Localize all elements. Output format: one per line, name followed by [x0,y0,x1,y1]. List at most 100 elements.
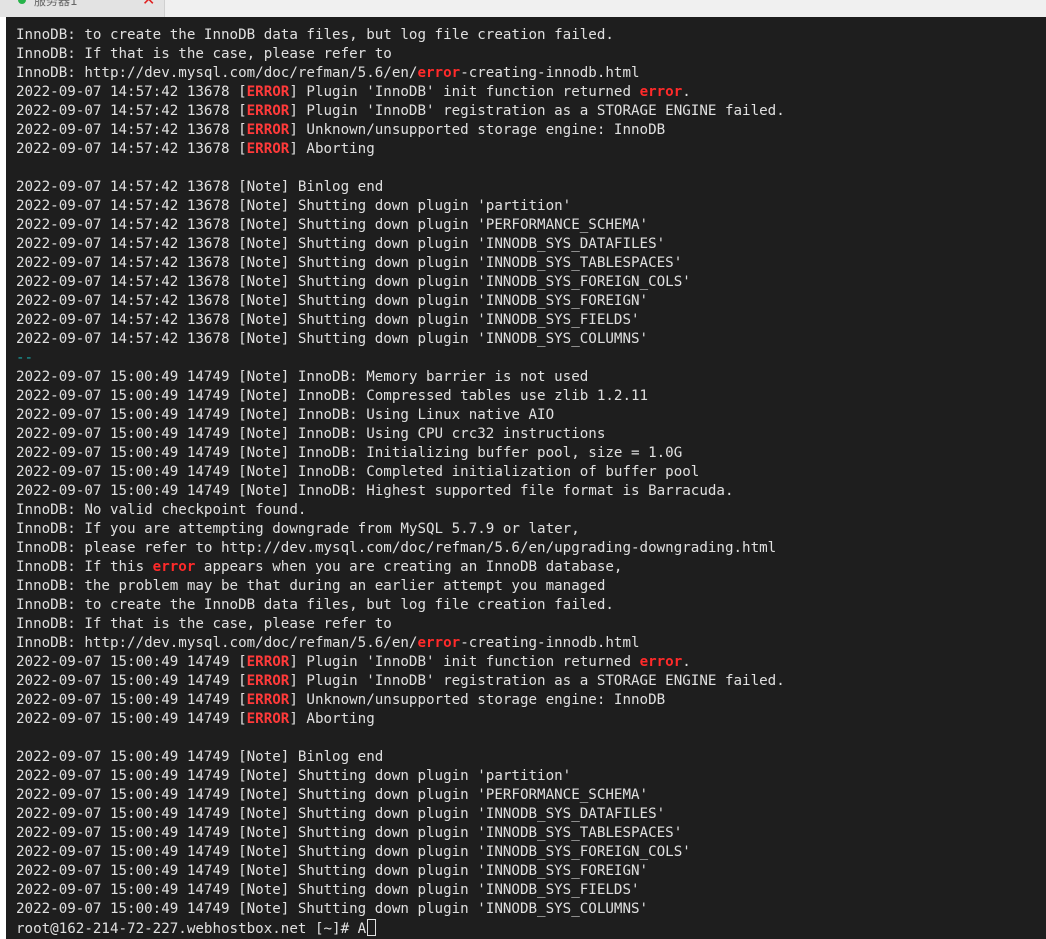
line-text: InnoDB: to create the InnoDB data files,… [16,27,614,43]
terminal-line: 2022-09-07 15:00:49 14749 [Note] Binlog … [16,748,1046,767]
terminal-line: 2022-09-07 14:57:42 13678 [Note] Shuttin… [16,311,1046,330]
line-text: ] Plugin 'InnoDB' registration as a STOR… [289,673,785,689]
line-text: ] Plugin 'InnoDB' init function returned [289,654,640,670]
line-text: 2022-09-07 15:00:49 14749 [ [16,692,247,708]
terminal-lines: InnoDB: to create the InnoDB data files,… [16,26,1046,938]
line-text: ] Plugin 'InnoDB' init function returned [289,84,640,100]
terminal-line: InnoDB: to create the InnoDB data files,… [16,596,1046,615]
terminal-line: InnoDB: please refer to http://dev.mysql… [16,539,1046,558]
terminal-line: 2022-09-07 15:00:49 14749 [Note] InnoDB:… [16,368,1046,387]
terminal-line: 2022-09-07 15:00:49 14749 [Note] InnoDB:… [16,387,1046,406]
session-tab[interactable]: 服务器1 ✕ [0,0,165,17]
line-text: 2022-09-07 15:00:49 14749 [ [16,673,247,689]
line-text: 2022-09-07 15:00:49 14749 [Note] Binlog … [16,749,384,765]
line-text: ] Unknown/unsupported storage engine: In… [289,122,666,138]
terminal-line: InnoDB: http://dev.mysql.com/doc/refman/… [16,634,1046,653]
line-text: InnoDB: No valid checkpoint found. [16,502,307,518]
line-text: 2022-09-07 15:00:49 14749 [Note] InnoDB:… [16,369,589,385]
line-text: 2022-09-07 14:57:42 13678 [Note] Binlog … [16,179,384,195]
terminal-line: InnoDB: If that is the case, please refe… [16,45,1046,64]
line-text: ] Unknown/unsupported storage engine: In… [289,692,666,708]
terminal-line: 2022-09-07 15:00:49 14749 [Note] InnoDB:… [16,406,1046,425]
line-text: 2022-09-07 15:00:49 14749 [Note] InnoDB:… [16,464,700,480]
line-text: InnoDB: to create the InnoDB data files,… [16,597,614,613]
text-cursor [367,919,377,936]
terminal-line: 2022-09-07 15:00:49 14749 [Note] InnoDB:… [16,463,1046,482]
line-text: 2022-09-07 14:57:42 13678 [ [16,141,247,157]
line-text: 2022-09-07 15:00:49 14749 [Note] InnoDB:… [16,388,649,404]
line-text: 2022-09-07 15:00:49 14749 [Note] Shuttin… [16,806,666,822]
line-text: 2022-09-07 14:57:42 13678 [ [16,84,247,100]
terminal-output[interactable]: InnoDB: to create the InnoDB data files,… [6,17,1046,939]
terminal-line: InnoDB: the problem may be that during a… [16,577,1046,596]
terminal-line: 2022-09-07 15:00:49 14749 [Note] Shuttin… [16,862,1046,881]
line-text: ] Aborting [289,141,375,157]
line-text: 2022-09-07 14:57:42 13678 [Note] Shuttin… [16,293,649,309]
line-text: InnoDB: http://dev.mysql.com/doc/refman/… [16,65,418,81]
terminal-line: 2022-09-07 14:57:42 13678 [ERROR] Aborti… [16,140,1046,159]
line-text: 2022-09-07 15:00:49 14749 [Note] Shuttin… [16,768,572,784]
line-text: InnoDB: If that is the case, please refe… [16,616,392,632]
command-input[interactable]: A [358,921,367,937]
line-text: 2022-09-07 15:00:49 14749 [Note] Shuttin… [16,787,649,803]
error-keyword: error [639,84,683,100]
error-level-tag: ERROR [246,84,290,100]
terminal-line: InnoDB: If that is the case, please refe… [16,615,1046,634]
line-text: 2022-09-07 15:00:49 14749 [Note] InnoDB:… [16,483,734,499]
line-text: 2022-09-07 14:57:42 13678 [Note] Shuttin… [16,198,572,214]
tab-label: 服务器1 [34,0,78,8]
terminal-line: 2022-09-07 15:00:49 14749 [Note] Shuttin… [16,767,1046,786]
terminal-line: 2022-09-07 15:00:49 14749 [ERROR] Aborti… [16,710,1046,729]
terminal-line: 2022-09-07 14:57:42 13678 [Note] Shuttin… [16,292,1046,311]
line-text: ] Aborting [289,711,375,727]
line-text: 2022-09-07 15:00:49 14749 [Note] Shuttin… [16,844,691,860]
line-text: 2022-09-07 14:57:42 13678 [Note] Shuttin… [16,331,649,347]
line-text: . [682,84,691,100]
line-text: InnoDB: http://dev.mysql.com/doc/refman/… [16,635,418,651]
terminal-line: 2022-09-07 14:57:42 13678 [Note] Shuttin… [16,273,1046,292]
error-level-tag: ERROR [246,711,290,727]
line-text: 2022-09-07 15:00:49 14749 [Note] InnoDB:… [16,445,683,461]
error-keyword: error [417,635,461,651]
terminal-line: 2022-09-07 15:00:49 14749 [Note] InnoDB:… [16,444,1046,463]
line-text: 2022-09-07 15:00:49 14749 [Note] InnoDB:… [16,426,606,442]
line-text: InnoDB: the problem may be that during a… [16,578,606,594]
line-text: 2022-09-07 14:57:42 13678 [Note] Shuttin… [16,274,691,290]
terminal-line: 2022-09-07 14:57:42 13678 [ERROR] Unknow… [16,121,1046,140]
terminal-line: 2022-09-07 15:00:49 14749 [Note] InnoDB:… [16,482,1046,501]
line-text: InnoDB: please refer to http://dev.mysql… [16,540,777,556]
line-text: 2022-09-07 14:57:42 13678 [ [16,122,247,138]
tab-bar: 服务器1 ✕ [0,0,1046,17]
error-level-tag: ERROR [246,692,290,708]
close-tab-icon[interactable]: ✕ [142,0,155,8]
line-text: 2022-09-07 14:57:42 13678 [ [16,103,247,119]
error-keyword: error [152,559,196,575]
terminal-line: -- [16,349,1046,368]
terminal-line: 2022-09-07 14:57:42 13678 [ERROR] Plugin… [16,83,1046,102]
line-text: 2022-09-07 14:57:42 13678 [Note] Shuttin… [16,236,666,252]
terminal-line: InnoDB: to create the InnoDB data files,… [16,26,1046,45]
terminal-line: InnoDB: If this error appears when you a… [16,558,1046,577]
terminal-line: 2022-09-07 15:00:49 14749 [ERROR] Plugin… [16,672,1046,691]
separator-text: -- [16,350,34,366]
terminal-line: 2022-09-07 15:00:49 14749 [Note] InnoDB:… [16,425,1046,444]
terminal-line: 2022-09-07 15:00:49 14749 [Note] Shuttin… [16,900,1046,919]
line-text: 2022-09-07 15:00:49 14749 [Note] Shuttin… [16,863,649,879]
prompt-line[interactable]: root@162-214-72-227.webhostbox.net [~]# … [16,919,1046,938]
error-level-tag: ERROR [246,103,290,119]
line-text: 2022-09-07 14:57:42 13678 [Note] Shuttin… [16,217,649,233]
line-text: InnoDB: If this [16,559,153,575]
error-keyword: error [639,654,683,670]
terminal-line: InnoDB: No valid checkpoint found. [16,501,1046,520]
line-text: -creating-innodb.html [460,65,640,81]
line-text: 2022-09-07 15:00:49 14749 [Note] Shuttin… [16,901,649,917]
error-keyword: error [417,65,461,81]
error-level-tag: ERROR [246,141,290,157]
terminal-line: 2022-09-07 15:00:49 14749 [Note] Shuttin… [16,881,1046,900]
terminal-line: 2022-09-07 14:57:42 13678 [Note] Shuttin… [16,197,1046,216]
line-text: appears when you are creating an InnoDB … [195,559,623,575]
line-text: 2022-09-07 15:00:49 14749 [Note] InnoDB:… [16,407,555,423]
line-text: 2022-09-07 15:00:49 14749 [ [16,654,247,670]
